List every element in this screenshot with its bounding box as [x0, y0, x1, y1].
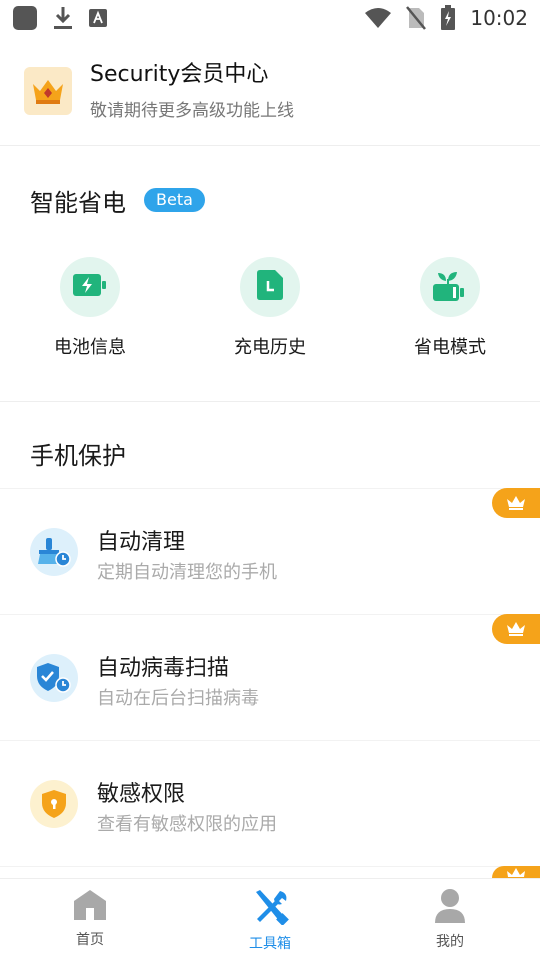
home-icon	[73, 889, 107, 925]
nav-profile[interactable]: 我的	[360, 879, 540, 960]
auto-virus-scan-subtitle: 自动在后台扫描病毒	[97, 688, 259, 709]
beta-badge: Beta	[144, 188, 205, 212]
nav-toolbox[interactable]: 工具箱	[180, 879, 360, 960]
premium-crown-badge	[492, 614, 540, 644]
list-item	[0, 866, 540, 878]
charge-history-button[interactable]: 充电历史	[180, 257, 360, 359]
premium-crown-badge	[492, 866, 540, 878]
charge-history-label: 充电历史	[234, 337, 306, 358]
toolbox-icon	[251, 889, 289, 929]
text-notification-icon	[88, 8, 108, 28]
power-save-mode-button[interactable]: 省电模式	[360, 257, 540, 359]
status-bar: 10:02	[0, 0, 540, 36]
nav-home[interactable]: 首页	[0, 879, 180, 960]
power-saving-section: 智能省电 Beta 电池信息 充电历史 省电模式	[0, 147, 540, 402]
app-notification-icon	[12, 5, 38, 31]
sensitive-permission-item[interactable]: 敏感权限 查看有敏感权限的应用	[0, 740, 540, 866]
status-time: 10:02	[470, 6, 528, 30]
divider	[0, 488, 540, 489]
bottom-navigation: 首页 工具箱 我的	[0, 878, 540, 960]
auto-virus-scan-item[interactable]: 自动病毒扫描 自动在后台扫描病毒	[0, 614, 540, 740]
wifi-icon	[364, 7, 392, 29]
sensitive-permission-icon	[30, 780, 78, 828]
divider	[0, 740, 540, 741]
battery-info-label: 电池信息	[54, 337, 126, 358]
battery-info-button[interactable]: 电池信息	[0, 257, 180, 359]
power-saving-title: 智能省电	[30, 189, 126, 217]
crown-icon	[24, 66, 72, 115]
profile-icon	[434, 889, 466, 927]
phone-protection-title: 手机保护	[30, 442, 126, 470]
sensitive-permission-subtitle: 查看有敏感权限的应用	[97, 814, 277, 835]
power-save-mode-icon	[433, 269, 467, 305]
nav-home-label: 首页	[76, 932, 104, 948]
vip-subtitle: 敬请期待更多高级功能上线	[90, 101, 294, 121]
nav-profile-label: 我的	[436, 934, 464, 950]
auto-clean-item[interactable]: 自动清理 定期自动清理您的手机	[0, 488, 540, 614]
power-save-mode-label: 省电模式	[414, 337, 486, 358]
vip-center-banner[interactable]: Security会员中心 敬请期待更多高级功能上线	[0, 36, 540, 146]
auto-clean-icon	[30, 528, 78, 576]
auto-clean-subtitle: 定期自动清理您的手机	[97, 562, 277, 583]
auto-clean-title: 自动清理	[97, 530, 186, 555]
no-sim-icon	[406, 6, 427, 30]
virus-scan-icon	[30, 654, 78, 702]
auto-virus-scan-title: 自动病毒扫描	[97, 656, 230, 681]
battery-charging-status-icon	[440, 5, 456, 31]
phone-protection-section: 手机保护 自动清理 定期自动清理您的手机 自动病毒扫描 自动在后台扫描病毒 敏感…	[0, 402, 540, 878]
charge-history-icon	[257, 270, 283, 304]
battery-charging-icon	[73, 274, 107, 300]
divider	[0, 866, 540, 867]
nav-toolbox-label: 工具箱	[249, 936, 291, 952]
sensitive-permission-title: 敏感权限	[97, 782, 186, 807]
vip-title: Security会员中心	[90, 62, 269, 87]
divider	[0, 614, 540, 615]
download-icon	[52, 5, 74, 31]
premium-crown-badge	[492, 488, 540, 518]
